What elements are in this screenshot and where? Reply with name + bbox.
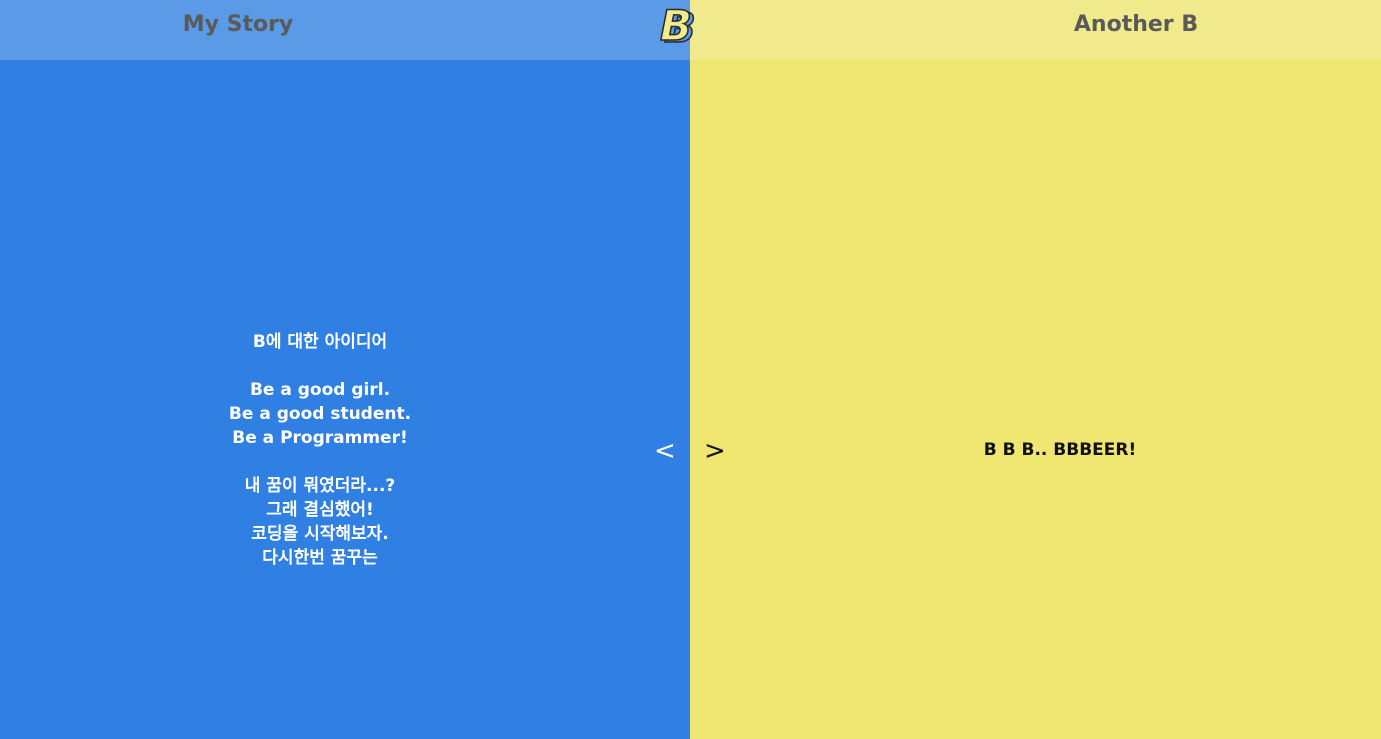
right-panel <box>690 0 1381 739</box>
story-gap <box>0 354 640 378</box>
story-line: 다시한번 꿈꾸는 <box>262 548 378 568</box>
chevron-right-icon: > <box>704 436 726 466</box>
story-gap <box>0 450 640 474</box>
logo[interactable]: B B <box>654 2 714 48</box>
chevron-left-icon: < <box>654 436 676 466</box>
logo-b-icon: B B <box>659 2 697 48</box>
nav-my-story-link[interactable]: My Story <box>0 12 476 37</box>
left-story-text: B에 대한 아이디어 Be a good girl. Be a good stu… <box>0 330 640 570</box>
story-line: B에 대한 아이디어 <box>252 332 388 352</box>
prev-arrow-button[interactable]: < <box>654 434 676 468</box>
story-line: Be a good girl. <box>249 380 391 400</box>
page: My Story Another B B B B에 대한 아이디어 Be a g… <box>0 0 1381 739</box>
story-line: Be a Programmer! <box>232 428 408 448</box>
story-line: Be a good student. <box>228 404 412 424</box>
story-line: 내 꿈이 뭐였더라...? <box>244 476 396 496</box>
story-line: 코딩을 시작해보자. <box>251 524 389 544</box>
next-arrow-button[interactable]: > <box>704 434 726 468</box>
logo-letter: B <box>660 2 692 48</box>
nav-another-b-link[interactable]: Another B <box>890 12 1381 37</box>
story-line: 그래 결심했어! <box>266 500 374 520</box>
right-panel-text: B B B.. BBBEER! <box>983 440 1137 460</box>
